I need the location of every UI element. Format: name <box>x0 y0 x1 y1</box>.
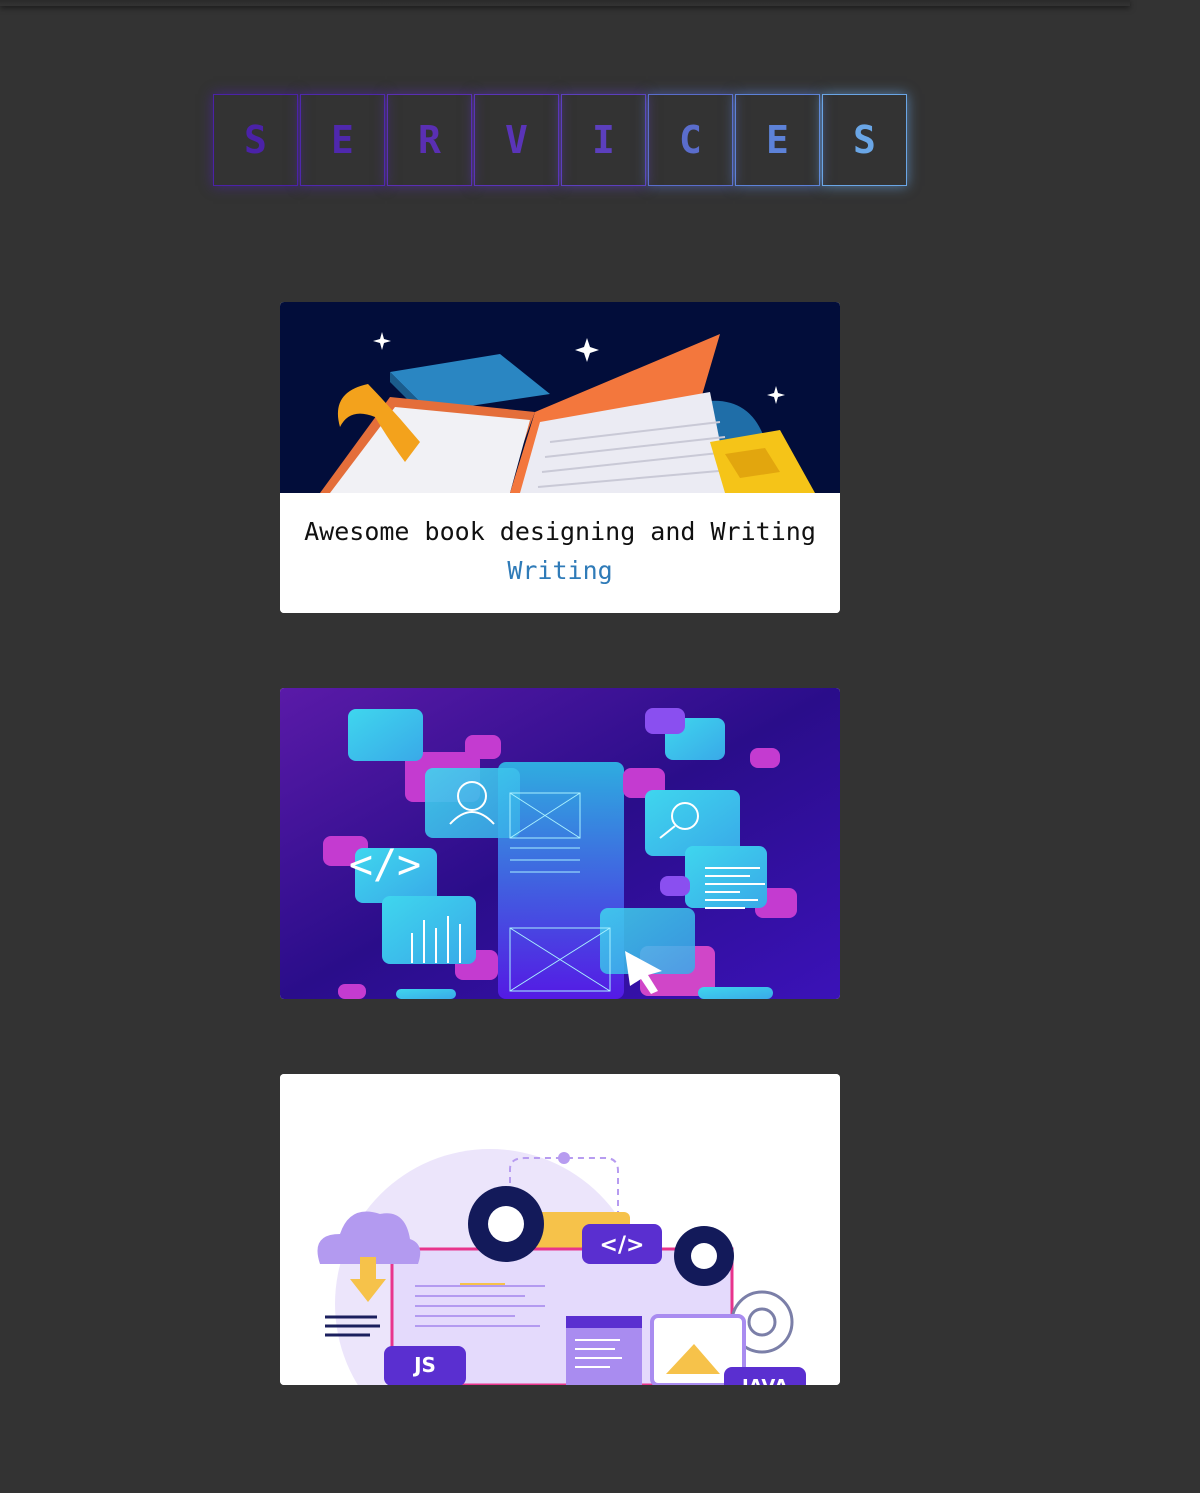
svg-text:JS: JS <box>412 1353 436 1377</box>
card-link-writing[interactable]: Writing <box>507 556 612 585</box>
card-title: Awesome book designing and Writing <box>304 517 816 546</box>
services-heading: SERVICES <box>213 94 909 186</box>
heading-letter-box: V <box>474 94 559 186</box>
heading-letter-box: S <box>213 94 298 186</box>
heading-letter-box: I <box>561 94 646 186</box>
service-card-writing[interactable]: Awesome book designing and Writing Writi… <box>280 302 840 613</box>
svg-text:JAVA: JAVA <box>740 1376 788 1385</box>
service-card-coding[interactable]: </> JS JAVA <box>280 1074 840 1385</box>
heading-letter-box: C <box>648 94 733 186</box>
card-body: Awesome book designing and Writing Writi… <box>280 493 840 613</box>
heading-letter-box: S <box>822 94 907 186</box>
header-shadow <box>0 0 1130 6</box>
heading-letter-box: R <box>387 94 472 186</box>
ui-wireframe-illustration: </> <box>280 688 840 999</box>
book-illustration <box>280 302 840 493</box>
svg-text:</>: </> <box>600 1233 645 1258</box>
svg-text:</>: </> <box>349 842 421 888</box>
service-card-ui-design[interactable]: </> <box>280 688 840 999</box>
heading-letter-box: E <box>735 94 820 186</box>
coding-illustration: </> JS JAVA <box>280 1074 840 1385</box>
heading-letter-box: E <box>300 94 385 186</box>
